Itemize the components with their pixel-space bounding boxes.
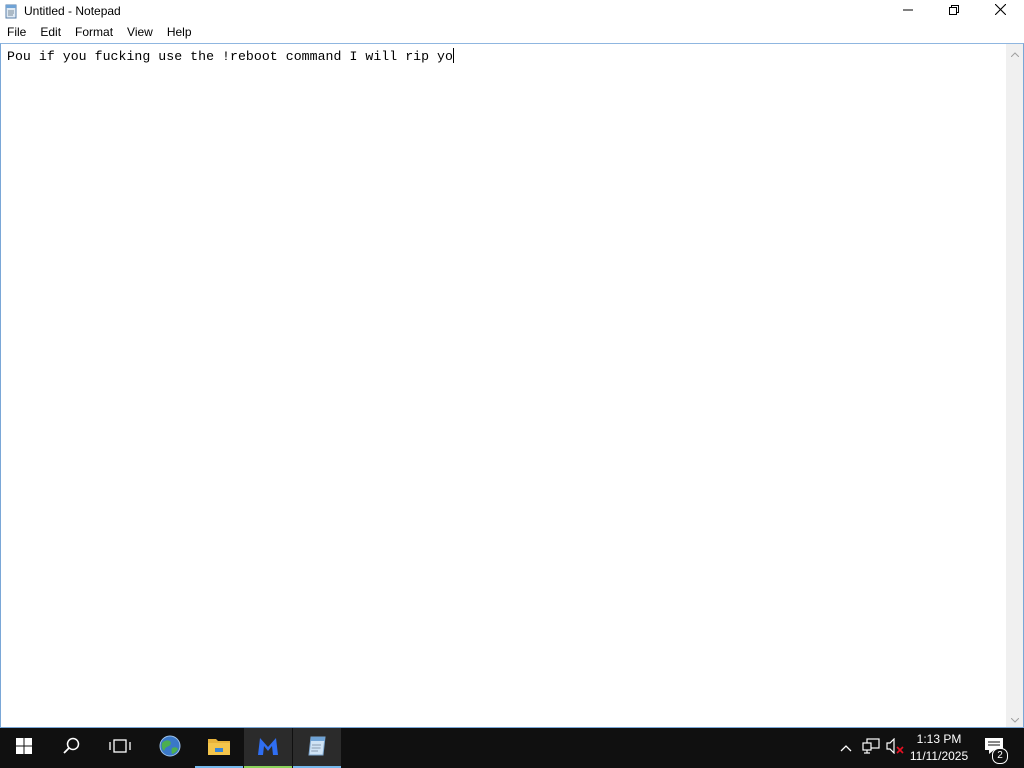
file-explorer-icon bbox=[207, 736, 231, 761]
scroll-down-button[interactable] bbox=[1006, 710, 1023, 727]
taskbar-malwarebytes[interactable] bbox=[244, 728, 292, 768]
menu-file[interactable]: File bbox=[0, 22, 33, 42]
volume-tray-button[interactable] bbox=[884, 728, 906, 768]
menu-bar: File Edit Format View Help bbox=[0, 22, 1024, 42]
scroll-up-icon bbox=[1010, 44, 1019, 62]
task-view-icon bbox=[109, 738, 131, 759]
restore-icon bbox=[949, 2, 959, 20]
menu-help[interactable]: Help bbox=[160, 22, 199, 42]
taskbar-browser[interactable] bbox=[146, 728, 194, 768]
scroll-up-button[interactable] bbox=[1006, 44, 1023, 61]
taskbar: 1:13 PM 11/11/2025 bbox=[0, 728, 1024, 768]
network-tray-button[interactable] bbox=[860, 728, 882, 768]
notepad-icon bbox=[305, 734, 329, 763]
malwarebytes-icon bbox=[256, 735, 280, 762]
menu-format[interactable]: Format bbox=[68, 22, 120, 42]
search-button[interactable] bbox=[48, 728, 96, 768]
editor-text: Pou if you fucking use the !reboot comma… bbox=[7, 49, 453, 64]
text-editor[interactable]: Pou if you fucking use the !reboot comma… bbox=[0, 43, 1024, 728]
clock-button[interactable]: 1:13 PM 11/11/2025 bbox=[904, 728, 974, 768]
notification-count-badge: 2 bbox=[992, 748, 1008, 764]
vertical-scrollbar[interactable] bbox=[1006, 44, 1023, 727]
text-caret bbox=[452, 48, 454, 63]
close-button[interactable] bbox=[977, 0, 1023, 22]
minimize-icon bbox=[903, 2, 913, 20]
menu-edit[interactable]: Edit bbox=[33, 22, 68, 42]
taskbar-file-explorer[interactable] bbox=[195, 728, 243, 768]
scroll-down-icon bbox=[1010, 710, 1019, 728]
close-icon bbox=[994, 2, 1006, 20]
start-icon bbox=[16, 737, 32, 759]
show-hidden-icons-button[interactable] bbox=[836, 728, 856, 768]
taskbar-notepad[interactable] bbox=[293, 728, 341, 768]
browser-icon bbox=[158, 734, 182, 763]
minimize-button[interactable] bbox=[885, 0, 931, 22]
window-title: Untitled - Notepad bbox=[24, 4, 121, 18]
search-icon bbox=[63, 737, 81, 760]
clock-date: 11/11/2025 bbox=[909, 749, 969, 763]
clock-time: 1:13 PM bbox=[916, 732, 962, 746]
editor-content-line[interactable]: Pou if you fucking use the !reboot comma… bbox=[7, 48, 454, 64]
menu-view[interactable]: View bbox=[120, 22, 160, 42]
maximize-button[interactable] bbox=[931, 0, 977, 22]
network-icon bbox=[862, 737, 880, 759]
volume-muted-icon bbox=[886, 737, 904, 759]
task-view-button[interactable] bbox=[96, 728, 144, 768]
start-button[interactable] bbox=[0, 728, 48, 768]
chevron-up-icon bbox=[840, 739, 852, 757]
title-bar[interactable]: Untitled - Notepad bbox=[0, 0, 1024, 22]
notepad-icon bbox=[3, 3, 19, 19]
